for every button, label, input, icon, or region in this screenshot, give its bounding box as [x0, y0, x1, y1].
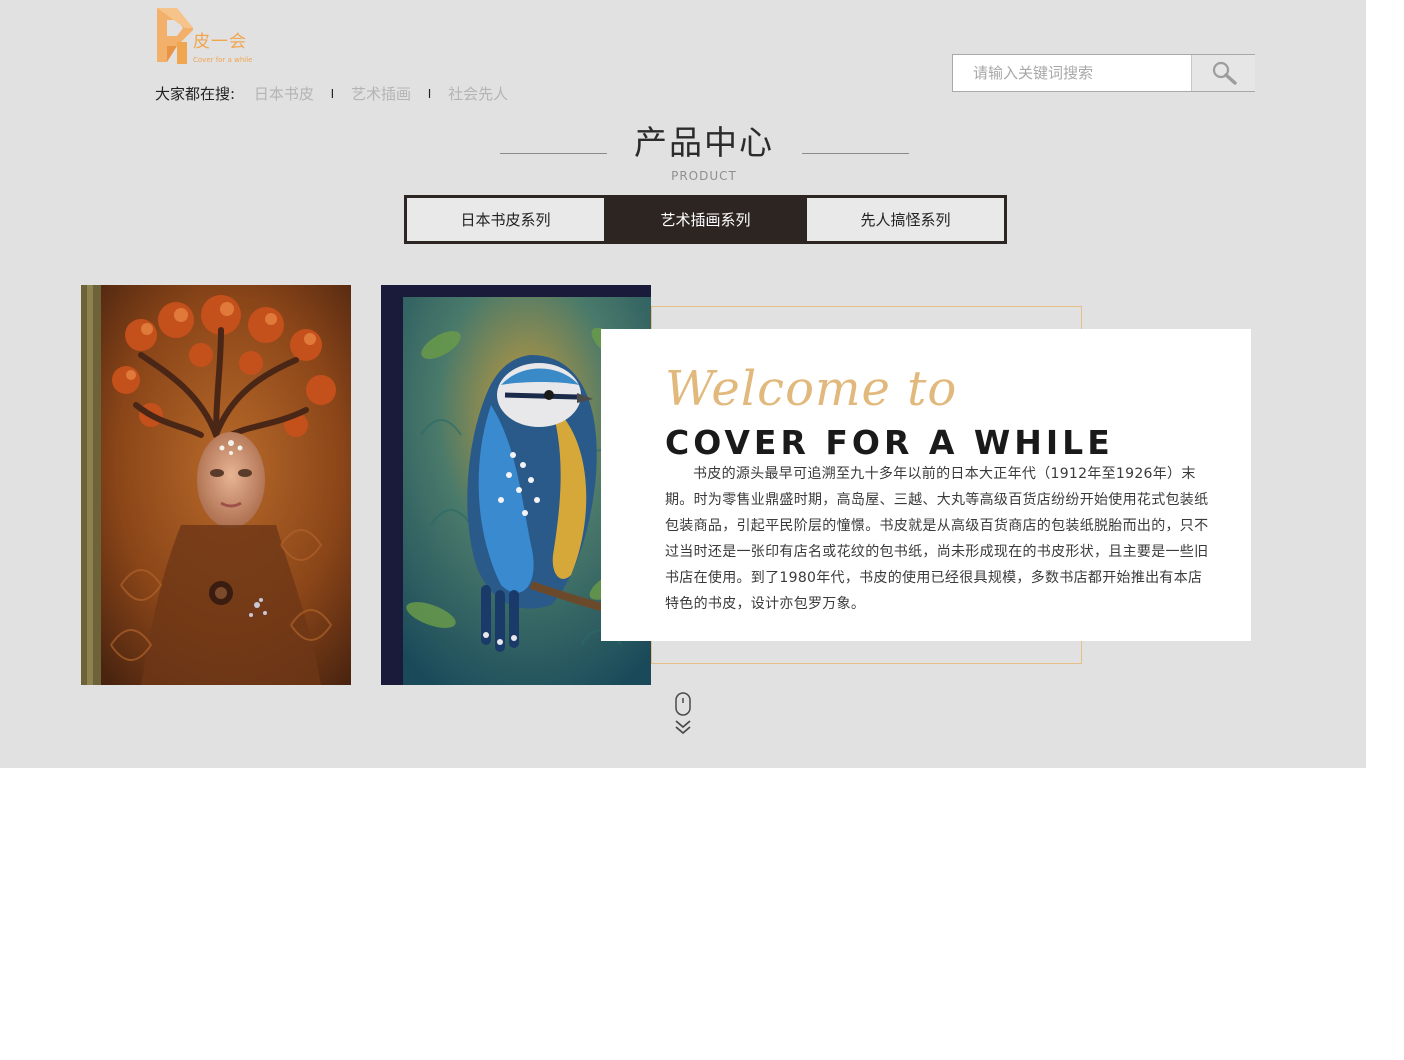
search-button[interactable] — [1191, 55, 1255, 91]
section-title: 产品中心 — [634, 123, 774, 162]
logo-p-icon — [157, 8, 193, 64]
tab-japanese-covers[interactable]: 日本书皮系列 — [407, 198, 604, 241]
hot-search-item[interactable]: 艺术插画 — [351, 85, 411, 103]
title-divider-right — [802, 153, 909, 154]
search-box — [952, 54, 1255, 92]
welcome-heading: COVER FOR A WHILE — [665, 423, 1114, 462]
tree-woman-leather-book-cover — [81, 285, 351, 685]
search-icon — [1212, 61, 1237, 85]
product-image-tree-woman[interactable] — [81, 285, 351, 685]
brand-subtitle: Cover for a while — [193, 56, 253, 64]
tab-funny-ancestors[interactable]: 先人搞怪系列 — [804, 198, 1004, 241]
section-subtitle: PRODUCT — [671, 169, 737, 183]
hot-search-separator: I — [427, 87, 432, 101]
welcome-card: Welcome to COVER FOR A WHILE 书皮的源头最早可追溯至… — [601, 329, 1251, 641]
hot-search-item[interactable]: 日本书皮 — [254, 85, 314, 103]
title-divider-left — [500, 153, 607, 154]
page: 皮一会 Cover for a while 大家都在搜: 日本书皮 I 艺术插画… — [0, 0, 1366, 768]
hot-search-separator: I — [330, 87, 335, 101]
category-tabs: 日本书皮系列 艺术插画系列 先人搞怪系列 — [404, 195, 1007, 244]
scroll-down-hint[interactable] — [671, 690, 695, 738]
tab-art-illustration[interactable]: 艺术插画系列 — [604, 198, 804, 241]
search-input[interactable] — [953, 55, 1190, 91]
logo[interactable]: 皮一会 Cover for a while — [155, 6, 253, 66]
hot-search-label: 大家都在搜: — [155, 85, 236, 103]
mouse-icon — [675, 692, 691, 716]
welcome-body-text: 书皮的源头最早可追溯至九十多年以前的日本大正年代（1912年至1926年）末期。… — [665, 466, 1209, 612]
brand-name: 皮一会 — [193, 32, 247, 52]
double-chevron-down-icon — [675, 720, 691, 735]
welcome-script-heading: Welcome to — [665, 361, 958, 417]
hot-search: 大家都在搜: 日本书皮 I 艺术插画 I 社会先人 — [155, 83, 508, 106]
hot-search-item[interactable]: 社会先人 — [448, 85, 508, 103]
